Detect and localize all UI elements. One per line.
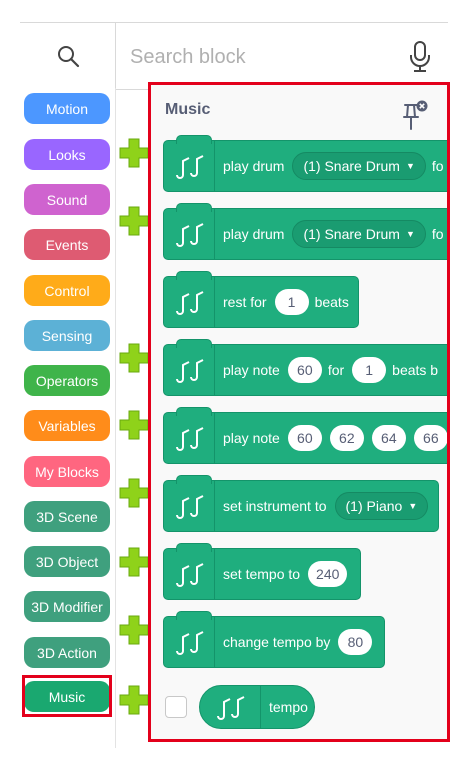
block-label: for [327, 362, 345, 378]
search-input[interactable] [128, 41, 402, 73]
music-notes-icon [200, 686, 261, 728]
note-input[interactable]: 64 [371, 425, 406, 451]
category-sensing[interactable]: Sensing [24, 320, 110, 351]
search-button[interactable] [20, 23, 116, 89]
block-label: fo [431, 226, 444, 242]
category-operators[interactable]: Operators [24, 365, 110, 396]
dropdown-value: (1) Piano [345, 498, 403, 514]
tempo-checkbox[interactable] [165, 696, 187, 718]
add-extension-plus-icon[interactable] [119, 206, 149, 236]
note-input[interactable]: 62 [329, 425, 364, 451]
category-motion[interactable]: Motion [24, 93, 110, 124]
add-extension-plus-icon[interactable] [119, 547, 149, 577]
beats-input[interactable]: 1 [274, 289, 309, 315]
rest-for-block[interactable]: rest for 1 beats [163, 271, 359, 328]
block-label: beats [314, 294, 349, 310]
add-extension-plus-icon[interactable] [119, 343, 149, 373]
set-instrument-block[interactable]: set instrument to (1) Piano ▼ [163, 475, 439, 532]
play-drum-block[interactable]: play drum (1) Snare Drum ▼ fo [163, 135, 447, 192]
music-notes-icon [164, 413, 215, 463]
tempo-change-input[interactable]: 80 [338, 629, 373, 655]
block-label: play drum [223, 158, 285, 174]
dropdown-value: (1) Snare Drum [303, 158, 400, 174]
block-label: play drum [223, 226, 285, 242]
music-notes-icon [164, 549, 215, 599]
category-3d-action[interactable]: 3D Action [24, 637, 110, 668]
play-drum-block[interactable]: play drum (1) Snare Drum ▼ fo [163, 203, 447, 260]
dropdown-value: (1) Snare Drum [303, 226, 400, 242]
add-extension-plus-icon[interactable] [119, 410, 149, 440]
add-extension-plus-icon[interactable] [119, 138, 149, 168]
drum-dropdown[interactable]: (1) Snare Drum ▼ [292, 220, 426, 248]
block-label: fo [431, 158, 444, 174]
add-extension-plus-icon[interactable] [119, 478, 149, 508]
music-notes-icon [164, 209, 215, 259]
block-label: play note [223, 430, 280, 446]
block-label: rest for [223, 294, 267, 310]
category-events[interactable]: Events [24, 229, 110, 260]
block-label: set instrument to [223, 498, 327, 514]
tempo-reporter-block[interactable]: tempo [199, 685, 315, 729]
music-notes-icon [164, 141, 215, 191]
block-label: change tempo by [223, 634, 331, 650]
reporter-label: tempo [269, 699, 308, 715]
block-label: play note [223, 362, 280, 378]
note-input[interactable]: 66 [413, 425, 447, 451]
category-3d-object[interactable]: 3D Object [24, 546, 110, 577]
block-label: set tempo to [223, 566, 301, 582]
music-blocks-flyout: Music play drum (1) Snare Drum ▼ fo play … [148, 82, 450, 742]
caret-down-icon: ▼ [405, 229, 415, 239]
music-notes-icon [164, 481, 215, 531]
category-control[interactable]: Control [24, 275, 110, 306]
change-tempo-block[interactable]: change tempo by 80 [163, 611, 385, 668]
selected-category-highlight [22, 675, 112, 717]
category-sidebar: Motion Looks Sound Events Control Sensin… [20, 88, 116, 748]
add-extension-plus-icon[interactable] [119, 615, 149, 645]
music-notes-icon [164, 345, 215, 395]
category-variables[interactable]: Variables [24, 410, 110, 441]
play-note-chord-block[interactable]: play note 60 62 64 66 [163, 407, 447, 464]
beats-input[interactable]: 1 [352, 357, 387, 383]
category-sound[interactable]: Sound [24, 184, 110, 215]
search-bar [20, 22, 448, 90]
play-note-block[interactable]: play note 60 for 1 beats b [163, 339, 447, 396]
caret-down-icon: ▼ [408, 501, 418, 511]
tempo-input[interactable]: 240 [308, 561, 348, 587]
set-tempo-block[interactable]: set tempo to 240 [163, 543, 361, 600]
category-3d-scene[interactable]: 3D Scene [24, 501, 110, 532]
instrument-dropdown[interactable]: (1) Piano ▼ [334, 492, 429, 520]
category-looks[interactable]: Looks [24, 139, 110, 170]
search-icon [57, 46, 79, 68]
music-notes-icon [164, 277, 215, 327]
microphone-button[interactable] [408, 41, 432, 73]
microphone-icon [410, 41, 430, 72]
note-input[interactable]: 60 [287, 357, 322, 383]
block-label: beats b [392, 362, 439, 378]
music-notes-icon [164, 617, 215, 667]
caret-down-icon: ▼ [405, 161, 415, 171]
drum-dropdown[interactable]: (1) Snare Drum ▼ [292, 152, 426, 180]
flyout-title: Music [165, 101, 211, 118]
pin-icon [403, 100, 428, 130]
note-input[interactable]: 60 [287, 425, 322, 451]
category-3d-modifier[interactable]: 3D Modifier [24, 591, 110, 622]
unpin-button[interactable] [401, 99, 431, 133]
add-extension-plus-icon[interactable] [119, 685, 149, 715]
category-my-blocks[interactable]: My Blocks [24, 456, 110, 487]
